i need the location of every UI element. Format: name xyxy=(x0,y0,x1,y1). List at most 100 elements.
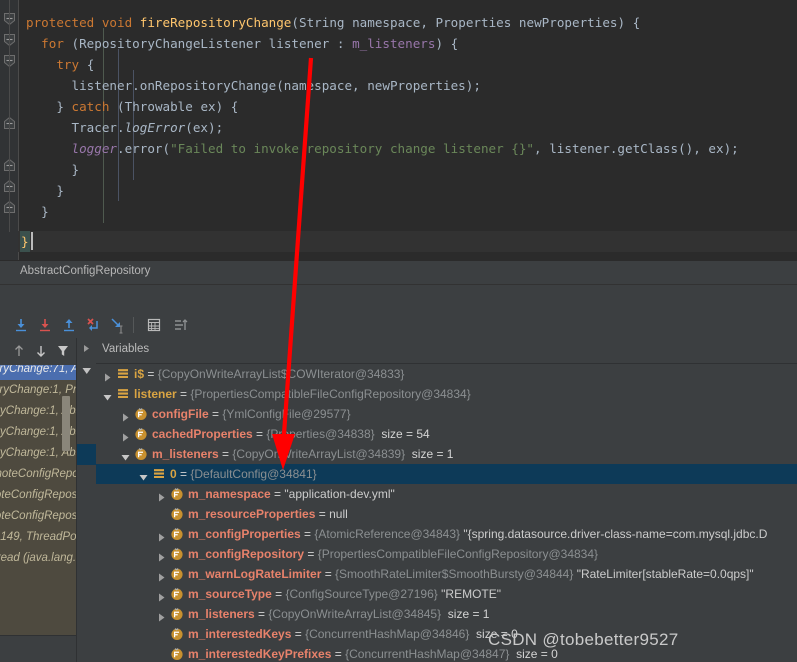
field-icon xyxy=(134,427,148,441)
frame-row[interactable]: run:624, Thread (java.lang.Thread) xyxy=(0,548,76,569)
variable-row[interactable]: m_namespace = "application-dev.yml" xyxy=(96,484,797,504)
code-line: try { xyxy=(56,57,95,72)
code-line: protected void fireRepositoryChange(Stri… xyxy=(26,15,641,30)
variable-label: i$ = {CopyOnWriteArrayList$COWIterator@3… xyxy=(134,367,405,381)
frames-footer xyxy=(0,635,76,662)
chevron-right-icon[interactable] xyxy=(156,589,167,602)
field-icon xyxy=(170,627,184,641)
frames-scrollbar-thumb[interactable] xyxy=(62,396,70,451)
field-icon xyxy=(170,547,184,561)
frame-row-label: runWorker:1149, ThreadPoolExecutor (java… xyxy=(0,531,76,543)
chevron-right-icon[interactable] xyxy=(156,489,167,502)
chevron-right-icon[interactable] xyxy=(156,609,167,622)
frames-pane[interactable]: fireRepositoryChange:71, AbstractConfigR… xyxy=(0,338,76,662)
evaluate-expression-icon[interactable] xyxy=(145,316,163,334)
step-out-icon[interactable] xyxy=(60,316,78,334)
chevron-right-icon[interactable] xyxy=(120,429,131,442)
variable-row[interactable]: m_configProperties = {AtomicReference@34… xyxy=(96,524,797,544)
frames-toolbar[interactable] xyxy=(0,338,76,364)
code-editor[interactable]: protected void fireRepositoryChange(Stri… xyxy=(0,0,797,260)
chevron-right-icon[interactable] xyxy=(156,529,167,542)
move-down-icon[interactable] xyxy=(32,342,50,360)
frame-row-label: run:624, Thread (java.lang.Thread) xyxy=(0,552,76,564)
variables-title: Variables xyxy=(102,343,150,355)
code-line: } xyxy=(41,204,49,219)
closing-brace: } xyxy=(20,231,30,252)
field-icon xyxy=(170,647,184,661)
variable-row[interactable]: m_interestedKeyPrefixes = {ConcurrentHas… xyxy=(96,644,797,662)
chevron-down-icon[interactable] xyxy=(102,389,113,401)
breadcrumb-bar[interactable]: AbstractConfigRepository xyxy=(0,260,797,285)
force-step-into-icon[interactable] xyxy=(84,316,102,334)
field-icon xyxy=(170,587,184,601)
watermark-text: CSDN @tobebetter9527 xyxy=(488,630,679,649)
chevron-right-icon[interactable] xyxy=(156,569,167,582)
move-up-icon[interactable] xyxy=(10,342,28,360)
tree-collapse-down[interactable] xyxy=(78,362,96,382)
run-to-cursor-icon[interactable] xyxy=(108,316,126,334)
variable-label: cachedProperties = {Properties@34838} si… xyxy=(152,427,430,441)
variable-row[interactable]: m_listeners = {CopyOnWriteArrayList@3483… xyxy=(96,444,797,464)
chevron-right-icon[interactable] xyxy=(102,369,113,382)
variable-row[interactable]: i$ = {CopyOnWriteArrayList$COWIterator@3… xyxy=(96,364,797,384)
variable-row[interactable]: m_sourceType = {ConfigSourceType@27196} … xyxy=(96,584,797,604)
list-icon xyxy=(152,467,166,481)
settings-threads-icon[interactable] xyxy=(172,316,190,334)
frame-row-label: run:1, RemoteConfigRepository (com.ctrip… xyxy=(0,489,76,501)
code-line: for (RepositoryChangeListener listener :… xyxy=(41,36,459,51)
variable-label: 0 = {DefaultConfig@34841} xyxy=(170,467,317,481)
text-caret xyxy=(31,232,33,250)
toolbar-separator xyxy=(133,317,134,333)
variable-row[interactable]: configFile = {YmlConfigFile@29577} xyxy=(96,404,797,424)
variable-row[interactable]: m_warnLogRateLimiter = {SmoothRateLimite… xyxy=(96,564,797,584)
tree-collapse-right[interactable] xyxy=(78,340,96,360)
code-line: } catch (Throwable ex) { xyxy=(56,99,239,114)
variable-row[interactable]: m_interestedKeys = {ConcurrentHashMap@34… xyxy=(96,624,797,644)
code-line: } xyxy=(56,183,64,198)
code-line: Tracer.logError(ex); xyxy=(71,120,224,135)
variable-label: configFile = {YmlConfigFile@29577} xyxy=(152,407,351,421)
variables-pane[interactable]: Variables i$ = {CopyOnWriteArrayList$COW… xyxy=(96,338,797,662)
caret-line-highlight xyxy=(18,231,797,252)
debugger-stepping-toolbar[interactable] xyxy=(0,312,797,339)
selected-row-left-stub xyxy=(77,444,96,465)
step-over-icon[interactable] xyxy=(12,316,30,334)
variable-label: m_configRepository = {PropertiesCompatib… xyxy=(188,547,599,561)
frame-row[interactable]: sync:1, RemoteConfigRepository (com.ctri… xyxy=(0,464,76,485)
frame-row[interactable]: run:1, RemoteConfigRepository (com.ctrip… xyxy=(0,506,76,527)
filter-icon[interactable] xyxy=(54,342,72,360)
frame-row[interactable]: run:1, RemoteConfigRepository (com.ctrip… xyxy=(0,485,76,506)
chevron-right-icon[interactable] xyxy=(156,549,167,562)
breadcrumb-class-name[interactable]: AbstractConfigRepository xyxy=(20,265,150,277)
variable-row[interactable]: m_configRepository = {PropertiesCompatib… xyxy=(96,544,797,564)
frame-row[interactable]: runWorker:1149, ThreadPoolExecutor (java… xyxy=(0,527,76,548)
frames-splitter[interactable] xyxy=(76,338,77,662)
field-icon xyxy=(170,567,184,581)
frame-row-label: fireRepositoryChange:71, AbstractConfigR… xyxy=(0,365,76,375)
debugger-panel: fireRepositoryChange:71, AbstractConfigR… xyxy=(0,338,797,662)
code-line: logger.error("Failed to invoke repositor… xyxy=(71,141,739,156)
frame-row-label: sync:1, RemoteConfigRepository (com.ctri… xyxy=(0,468,76,480)
variable-row[interactable]: 0 = {DefaultConfig@34841} xyxy=(96,464,797,484)
field-icon xyxy=(170,487,184,501)
fold-connector-line xyxy=(9,0,10,232)
frame-row[interactable]: fireRepositoryChange:71, AbstractConfigR… xyxy=(0,365,76,380)
variable-row[interactable]: listener = {PropertiesCompatibleFileConf… xyxy=(96,384,797,404)
code-line: listener.onRepositoryChange(namespace, n… xyxy=(71,78,481,93)
chevron-right-icon[interactable] xyxy=(120,409,131,422)
list-icon xyxy=(116,367,130,381)
variable-label: m_interestedKeys = {ConcurrentHashMap@34… xyxy=(188,627,518,641)
variable-label: m_sourceType = {ConfigSourceType@27196} … xyxy=(188,587,501,601)
chevron-down-icon[interactable] xyxy=(138,469,149,481)
frame-row-label: run:1, RemoteConfigRepository (com.ctrip… xyxy=(0,510,76,522)
chevron-down-icon[interactable] xyxy=(120,449,131,461)
variables-header: Variables xyxy=(96,338,797,364)
step-into-icon[interactable] xyxy=(36,316,54,334)
field-icon xyxy=(134,447,148,461)
variable-row[interactable]: cachedProperties = {Properties@34838} si… xyxy=(96,424,797,444)
variables-tree[interactable]: i$ = {CopyOnWriteArrayList$COWIterator@3… xyxy=(96,364,797,662)
variable-label: m_configProperties = {AtomicReference@34… xyxy=(188,527,768,541)
variable-label: listener = {PropertiesCompatibleFileConf… xyxy=(134,387,471,401)
variable-row[interactable]: m_resourceProperties = null xyxy=(96,504,797,524)
variable-row[interactable]: m_listeners = {CopyOnWriteArrayList@3484… xyxy=(96,604,797,624)
